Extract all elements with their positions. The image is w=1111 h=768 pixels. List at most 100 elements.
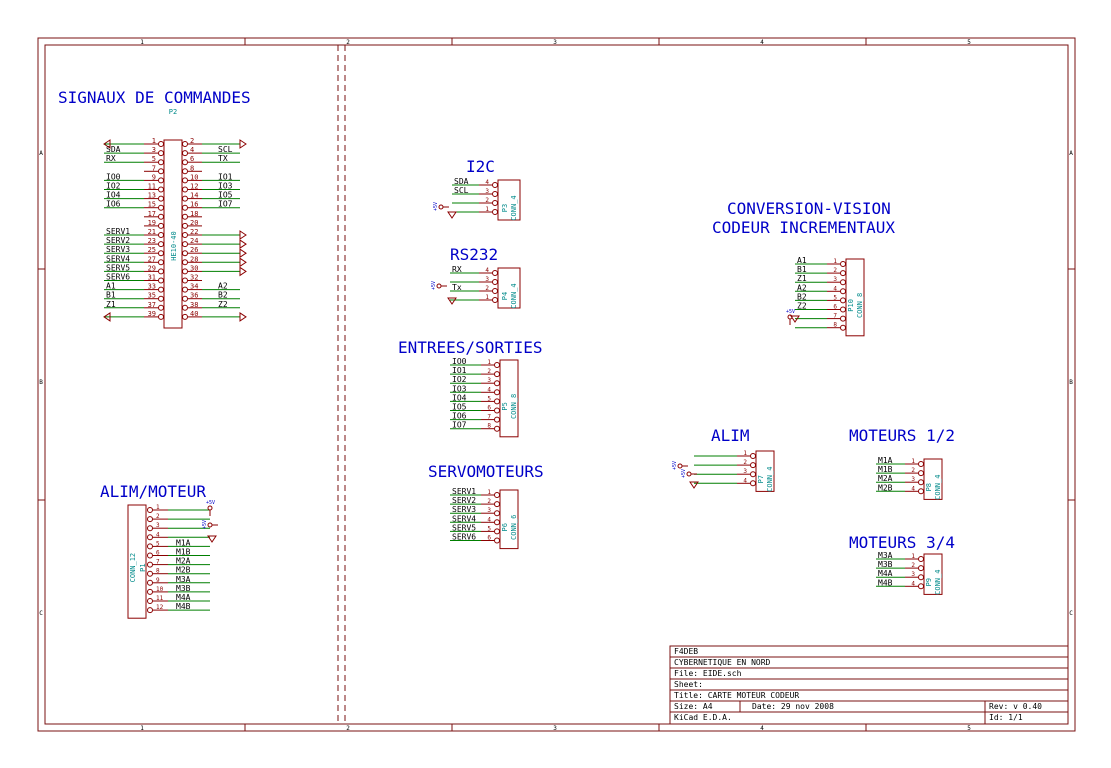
alim-moteur-pin-circle	[147, 570, 153, 577]
alim-moteur-pin-number: 8	[156, 568, 160, 575]
conv-net-label: B1	[797, 265, 807, 274]
servo-pin-number: 1	[487, 489, 491, 496]
he10-pin-number: 19	[148, 219, 156, 227]
i2c-pin-number: 2	[485, 197, 489, 204]
border-col-label: 3	[553, 725, 557, 732]
alim-moteur-net-label: M4B	[176, 602, 191, 611]
conv-vcc-icon-label: +5V	[786, 309, 795, 315]
title-block-kicad: KiCad E.D.A.	[674, 713, 732, 722]
io-pin-circle	[494, 371, 500, 378]
border-row-label: A	[1069, 150, 1073, 157]
alim-moteur-value: CONN_12	[129, 553, 137, 583]
mot34-pin-number: 2	[911, 562, 915, 569]
alim-vcc2-icon-label: +5V	[681, 469, 687, 478]
conv-pin-number: 4	[833, 285, 837, 292]
he10-pin-circle	[158, 159, 164, 166]
power-arrow-icon	[239, 266, 247, 277]
rs232-pin-circle	[492, 297, 498, 303]
he10-pin-number: 37	[148, 301, 156, 309]
he10-pin-circle	[182, 222, 188, 229]
he10-net-label: A2	[218, 282, 228, 291]
he10-pin-number: 38	[190, 301, 198, 309]
he10-pin-circle	[158, 222, 164, 229]
rs232-pin-number: 2	[485, 285, 489, 292]
rs232-connector: P4 CONN_4 4 RX 3 2 Tx 1	[450, 265, 521, 309]
alim-moteur-pin-circle	[147, 507, 153, 513]
he10-pin-number: 12	[190, 183, 198, 191]
title-block-company: F4DEB	[674, 647, 698, 656]
he10-pin-number: 30	[190, 264, 198, 272]
he10-pin-number: 1	[152, 137, 156, 145]
he10-pin-circle	[182, 159, 188, 166]
he10-net-label: SERV4	[106, 254, 130, 263]
conv-pin-number: 6	[833, 304, 837, 311]
conv-net-label: A1	[797, 256, 807, 265]
title-entrees: ENTREES/SORTIES	[398, 338, 543, 357]
title-alim: ALIM	[711, 426, 750, 445]
he10-pin-number: 36	[190, 292, 198, 300]
mot34-connector: P9 CONN_4 1 M3A 2 M3B 3 M4A 4 M4B	[876, 551, 943, 595]
servo-connector: P6 CONN_6 1 SERV1 2 SERV2 3 SERV3 4 SERV4 5 SERV5 6 S…	[450, 487, 519, 550]
he10-pin-circle	[158, 259, 164, 266]
rs232-pin-number: 1	[485, 294, 489, 301]
he10-pin-circle	[158, 168, 164, 175]
p1-vcc2-icon-label: +5V	[202, 520, 208, 529]
i2c-net-label: SDA	[454, 177, 469, 186]
alim-moteur-pin-number: 2	[156, 513, 160, 520]
servo-net-label: SERV2	[452, 496, 476, 505]
alim-vcc-icon: +5V	[672, 461, 688, 470]
alim-moteur-net-label: M1A	[176, 538, 191, 547]
title-servo: SERVOMOTEURS	[428, 462, 544, 481]
he10-pin-number: 7	[152, 164, 156, 172]
alim-moteur-pin-number: 10	[156, 586, 164, 593]
he10-net-label: IO1	[218, 172, 233, 181]
he10-pin-number: 28	[190, 255, 198, 263]
i2c-pin-circle	[492, 200, 498, 206]
title-i2c: I2C	[466, 157, 495, 176]
he10-pin-circle	[158, 268, 164, 275]
mot12-pin-circle	[918, 461, 924, 467]
alim-vcc-icon-label: +5V	[672, 461, 678, 470]
i2c-pin-number: 4	[485, 179, 489, 186]
alim-moteur-pin-circle	[147, 561, 153, 568]
mot12-pin-number: 4	[911, 485, 915, 492]
he10-pin-number: 25	[148, 246, 156, 254]
p1-vcc-icon: +5V	[206, 500, 215, 516]
servo-pin-circle	[494, 519, 500, 526]
alim-moteur-pin-number: 6	[156, 550, 160, 557]
mot12-net-label: M2A	[878, 474, 893, 483]
he10-net-label: SCL	[218, 145, 233, 154]
servo-net-label: SERV1	[452, 487, 476, 496]
he10-pin-circle	[182, 186, 188, 193]
alim-moteur-ref: P1	[139, 563, 147, 571]
he10-pin-number: 31	[148, 274, 156, 282]
alim-connector: P7 CONN_4 1 2 3 4	[694, 450, 775, 492]
alim-moteur-net-label: M4A	[176, 593, 191, 602]
title-block-file: File: EIDE.sch	[674, 669, 742, 678]
title-block-org: CYBERNETIQUE EN NORD	[674, 658, 771, 667]
border-col-label: 3	[553, 39, 557, 46]
alim-ref: P7	[757, 475, 765, 483]
mot34-net-label: M3A	[878, 551, 893, 560]
title-signaux: SIGNAUX DE COMMANDES	[58, 88, 251, 107]
i2c-ref: P3	[501, 204, 509, 212]
servo-pin-circle	[494, 492, 500, 498]
border-row-label: C	[1069, 610, 1073, 617]
mot34-pin-number: 1	[911, 553, 915, 560]
he10-pin-circle	[158, 141, 164, 147]
title-block-sheet: Sheet:	[674, 680, 703, 689]
he10-net-label: RX	[106, 154, 116, 163]
title-moteurs-12: MOTEURS 1/2	[849, 426, 955, 445]
he10-pin-circle	[158, 241, 164, 248]
alim-moteur-pin-circle	[147, 607, 153, 614]
conv-ref: P10	[847, 299, 855, 312]
alim-pin-circle	[750, 453, 756, 459]
alim-moteur-net-label: M1B	[176, 548, 191, 557]
io-pin-circle	[494, 362, 500, 368]
he10-pin-circle	[182, 277, 188, 284]
rs232-value: CONN_4	[510, 283, 518, 308]
mot34-pin-circle	[918, 565, 924, 572]
border-col-label: 2	[346, 39, 350, 46]
io-net-label: IO7	[452, 421, 467, 430]
p1-gnd-icon	[207, 535, 217, 543]
